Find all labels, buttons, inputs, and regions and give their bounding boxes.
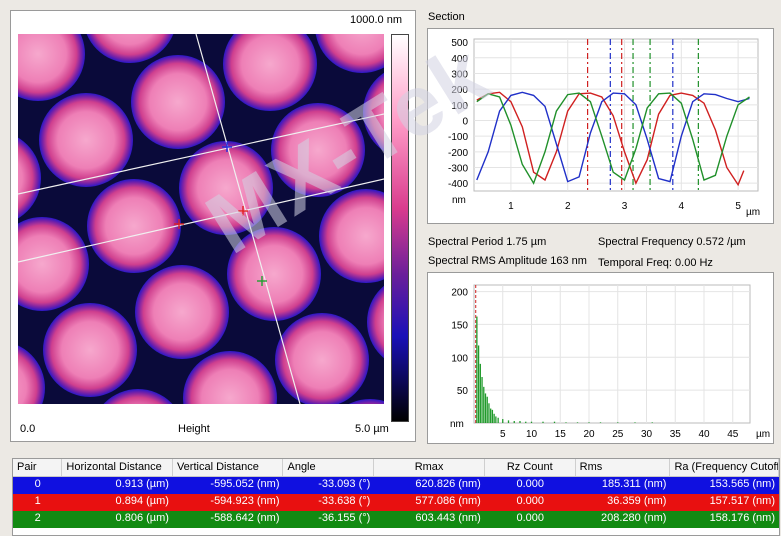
section-xtick: 4: [679, 201, 685, 212]
table-row[interactable]: 1 0.894 (µm) -594.923 (nm) -33.638 (°) 577.0…: [13, 494, 779, 511]
cell-rz-count: 0.000: [516, 495, 545, 507]
section-xtick: 2: [565, 201, 571, 212]
cell-rz-count: 0.000: [516, 478, 545, 490]
cell-angle: -33.093 (°): [318, 478, 371, 490]
cell-ra: 153.565 (nm): [709, 478, 775, 490]
spectrum-xtick: 45: [727, 429, 739, 440]
cell-horizontal-distance: 0.806 (µm): [115, 512, 169, 524]
header-ra[interactable]: Ra (Frequency Cutoff): [670, 459, 779, 476]
section-xtick: 5: [735, 201, 741, 212]
spectrum-xtick: 25: [612, 429, 624, 440]
cell-pair: 1: [34, 495, 41, 507]
particle: [39, 93, 133, 187]
section-ytick: -400: [448, 179, 468, 190]
height-scale-max: 1000.0 nm: [350, 14, 402, 26]
particle: [43, 303, 137, 397]
table-header: Pair Horizontal Distance Vertical Distan…: [13, 459, 779, 477]
image-channel-label: Height: [178, 423, 210, 435]
section-ylabel: nm: [452, 195, 466, 206]
x-axis-max: 5.0 µm: [355, 423, 389, 435]
table-row[interactable]: 2 0.806 (µm) -588.642 (nm) -36.155 (°) 603.4…: [13, 511, 779, 528]
header-rmax[interactable]: Rmax: [374, 459, 485, 476]
section-ytick: 300: [451, 69, 468, 80]
spectral-period: Spectral Period 1.75 µm: [428, 236, 547, 248]
particle: [179, 141, 273, 235]
section-ytick: 100: [451, 101, 468, 112]
particle: [131, 55, 225, 149]
spectrum-xtick: 40: [698, 429, 710, 440]
spectrum-xtick: 20: [583, 429, 595, 440]
particle: [87, 179, 181, 273]
cell-vertical-distance: -594.923 (nm): [210, 495, 280, 507]
section-ytick: 200: [451, 85, 468, 96]
table-row[interactable]: 0 0.913 (µm) -595.052 (nm) -33.093 (°) 620.8…: [13, 477, 779, 494]
section-xtick: 1: [508, 201, 514, 212]
particle: [271, 103, 365, 197]
spectral-rms-amplitude: Spectral RMS Amplitude 163 nm: [428, 255, 587, 267]
particle: [227, 227, 321, 321]
spectrum-xtick: 10: [526, 429, 538, 440]
section-profile-chart[interactable]: 500 400 300 200 100 0 -100 -200 -300 -400 1 2 3 4 5 nm µ…: [427, 28, 774, 224]
cell-rmax: 603.443 (nm): [415, 512, 481, 524]
spectrum-xlabel: µm: [756, 429, 770, 440]
cell-rms: 36.359 (nm): [607, 495, 667, 507]
spectral-frequency: Spectral Frequency 0.572 /µm: [598, 236, 746, 248]
spectrum-xtick: 30: [641, 429, 653, 440]
cell-rmax: 620.826 (nm): [415, 478, 481, 490]
section-ytick: 400: [451, 54, 468, 65]
cell-ra: 158.176 (nm): [709, 512, 775, 524]
header-horizontal-distance[interactable]: Horizontal Distance: [62, 459, 173, 476]
cell-horizontal-distance: 0.894 (µm): [115, 495, 169, 507]
section-ytick: -300: [448, 163, 468, 174]
header-angle[interactable]: Angle: [283, 459, 375, 476]
section-ytick: -200: [448, 148, 468, 159]
spectrum-plot-area: [473, 284, 751, 424]
section-xlabel: µm: [746, 207, 760, 218]
height-color-scale: [391, 34, 409, 422]
cell-rmax: 577.086 (nm): [415, 495, 481, 507]
spectrum-ytick: 150: [451, 320, 468, 331]
spectrum-chart[interactable]: 200 150 100 50 5 10 15 20 25 30 35 40 45 nm µm: [427, 272, 774, 444]
cell-pair: 2: [34, 512, 41, 524]
cell-rz-count: 0.000: [516, 512, 545, 524]
spectrum-ylabel: nm: [450, 419, 464, 430]
cell-ra: 157.517 (nm): [709, 495, 775, 507]
cell-vertical-distance: -588.642 (nm): [210, 512, 280, 524]
spectrum-xtick: 5: [500, 429, 506, 440]
x-axis-min: 0.0: [20, 423, 36, 435]
cell-angle: -36.155 (°): [318, 512, 371, 524]
cell-horizontal-distance: 0.913 (µm): [115, 478, 169, 490]
header-pair[interactable]: Pair: [13, 459, 63, 476]
cell-vertical-distance: -595.052 (nm): [210, 478, 280, 490]
cell-rms: 208.280 (nm): [601, 512, 667, 524]
afm-height-image[interactable]: [18, 34, 384, 404]
spectrum-ytick: 200: [451, 288, 468, 299]
measurement-table: Pair Horizontal Distance Vertical Distan…: [12, 458, 780, 536]
temporal-frequency: Temporal Freq: 0.00 Hz: [598, 257, 713, 269]
particle: [275, 313, 369, 404]
section-ytick: 0: [462, 116, 468, 127]
header-rms[interactable]: Rms: [576, 459, 671, 476]
section-xtick: 3: [622, 201, 628, 212]
spectrum-xtick: 35: [670, 429, 682, 440]
section-title: Section: [428, 11, 465, 23]
spectrum-ytick: 100: [451, 353, 468, 364]
section-ytick: 500: [451, 38, 468, 49]
particle: [135, 265, 229, 359]
header-rz-count[interactable]: Rz Count: [485, 459, 576, 476]
spectrum-ytick: 50: [457, 386, 469, 397]
header-vertical-distance[interactable]: Vertical Distance: [173, 459, 284, 476]
cell-pair: 0: [34, 478, 41, 490]
spectrum-xtick: 15: [555, 429, 567, 440]
section-ytick: -100: [448, 132, 468, 143]
cell-angle: -33.638 (°): [318, 495, 371, 507]
cell-rms: 185.311 (nm): [601, 478, 667, 490]
